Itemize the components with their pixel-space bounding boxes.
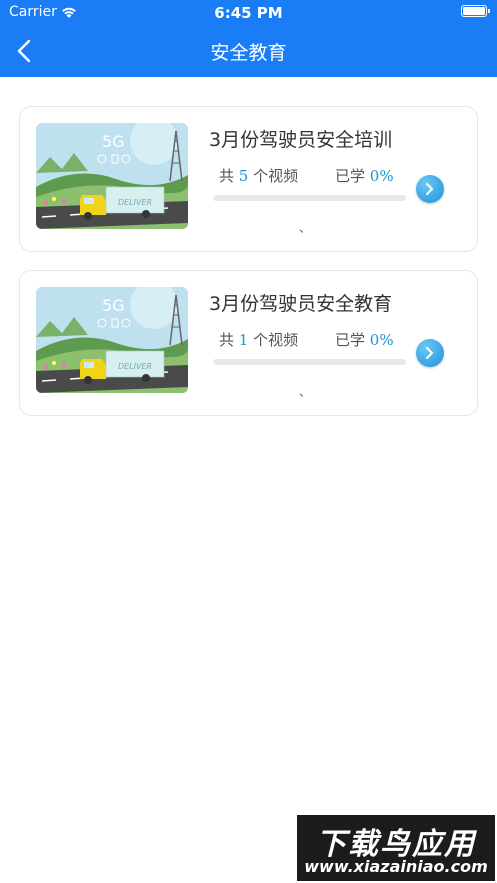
course-thumbnail: DELIVER 5G — [36, 123, 188, 229]
course-card[interactable]: DELIVER 5G 3月份驾驶员安全培训 共 5 个视频 已学 0% 、 — [19, 106, 478, 252]
course-title: 3月份驾驶员安全教育 — [209, 293, 393, 315]
course-mark: 、 — [299, 385, 312, 399]
chevron-right-icon — [426, 183, 433, 195]
video-count: 共 1 个视频 — [219, 329, 298, 350]
video-count-suffix: 个视频 — [253, 331, 299, 349]
video-count-prefix: 共 — [219, 331, 235, 349]
course-thumbnail: DELIVER 5G — [36, 287, 188, 393]
thumbnail-truck-text: DELIVER — [118, 362, 152, 371]
learned-value: 0% — [369, 167, 394, 185]
chevron-right-icon — [426, 347, 433, 359]
video-count: 共 5 个视频 — [219, 165, 298, 186]
learned-progress: 已学 0% — [335, 165, 394, 186]
learned-progress: 已学 0% — [335, 329, 394, 350]
thumbnail-truck-text: DELIVER — [118, 198, 152, 207]
thumbnail-network-text: 5G — [102, 132, 125, 151]
status-time: 6:45 PM — [214, 4, 283, 22]
thumbnail-network-text: 5G — [102, 296, 125, 315]
course-card[interactable]: DELIVER 5G 3月份驾驶员安全教育 共 1 个视频 已学 0% 、 — [19, 270, 478, 416]
learned-value: 0% — [369, 331, 394, 349]
learned-label: 已学 — [335, 331, 366, 349]
video-count-number: 1 — [238, 331, 249, 349]
course-title: 3月份驾驶员安全培训 — [209, 129, 393, 151]
learned-label: 已学 — [335, 167, 366, 185]
page-title: 安全教育 — [210, 42, 287, 64]
watermark-logo: 下载鸟应用 www.xiazainiao.com — [297, 815, 495, 881]
battery-icon — [461, 5, 490, 17]
progress-bar — [213, 359, 406, 365]
progress-bar — [213, 195, 406, 201]
open-course-button[interactable] — [416, 175, 444, 203]
video-count-suffix: 个视频 — [253, 167, 299, 185]
course-mark: 、 — [299, 221, 312, 235]
video-count-number: 5 — [238, 167, 249, 185]
video-count-prefix: 共 — [219, 167, 235, 185]
status-bar: Carrier 6:45 PM — [0, 0, 497, 24]
watermark-url: www.xiazainiao.com — [304, 857, 488, 876]
open-course-button[interactable] — [416, 339, 444, 367]
navigation-bar: 安全教育 — [0, 24, 497, 77]
